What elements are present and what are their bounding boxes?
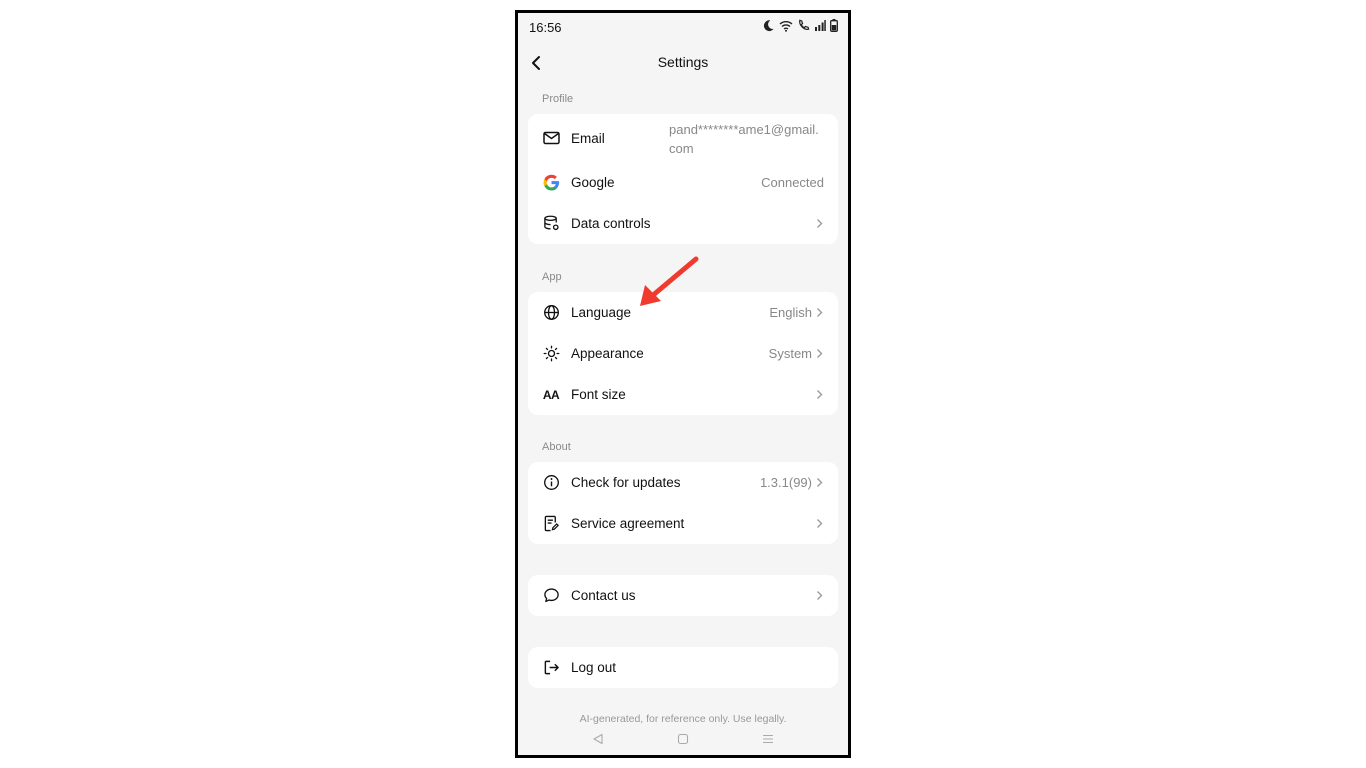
settings-row-google[interactable]: Google Connected <box>528 162 838 203</box>
contact-card: Contact us <box>528 575 838 616</box>
language-value: English <box>769 305 812 320</box>
appearance-value: System <box>768 346 812 361</box>
triangle-back-icon <box>593 733 603 745</box>
system-nav-bar <box>518 730 848 748</box>
settings-row-contact-us[interactable]: Contact us <box>528 575 838 616</box>
status-bar: 16:56 <box>518 13 848 41</box>
app-card: Language English Appearance System AA Fo… <box>528 292 838 415</box>
status-icons <box>762 19 838 32</box>
signal-icon <box>815 20 826 31</box>
chat-bubble-icon <box>542 587 560 605</box>
nav-back-button[interactable] <box>589 730 607 748</box>
app-version: 1.3.1(99) <box>759 475 812 490</box>
chevron-right-icon <box>816 307 826 319</box>
chevron-right-icon <box>816 218 826 230</box>
profile-card: Email pand********ame1@gmail.com Google … <box>528 114 838 244</box>
settings-row-appearance[interactable]: Appearance System <box>528 333 838 374</box>
globe-icon <box>542 304 560 322</box>
status-time: 16:56 <box>529 20 562 35</box>
logout-button[interactable]: Log out <box>528 647 838 688</box>
chevron-right-icon <box>816 518 826 530</box>
section-label-about: About <box>542 441 571 453</box>
square-home-icon <box>677 733 689 745</box>
google-icon <box>542 174 560 192</box>
font-size-label: Font size <box>571 387 626 402</box>
annotation-arrow-icon <box>640 256 699 306</box>
font-size-icon-text: AA <box>542 387 560 402</box>
google-label: Google <box>571 175 615 190</box>
appearance-label: Appearance <box>571 346 644 361</box>
document-edit-icon <box>542 515 560 533</box>
service-agreement-label: Service agreement <box>571 516 685 531</box>
wifi-icon <box>779 20 793 32</box>
logout-icon <box>542 659 560 677</box>
app-header: Settings <box>518 49 848 77</box>
contact-us-label: Contact us <box>571 588 636 603</box>
database-settings-icon <box>542 215 560 233</box>
battery-icon <box>830 19 838 32</box>
check-updates-label: Check for updates <box>571 475 681 490</box>
data-controls-label: Data controls <box>571 216 651 231</box>
chevron-right-icon <box>816 477 826 489</box>
email-value: pand********ame1@gmail.com <box>669 122 819 156</box>
mail-icon <box>542 129 560 147</box>
footer-disclaimer: AI-generated, for reference only. Use le… <box>579 713 787 725</box>
settings-row-data-controls[interactable]: Data controls <box>528 203 838 244</box>
about-card: Check for updates 1.3.1(99) Service agre… <box>528 462 838 544</box>
logout-label: Log out <box>571 660 617 675</box>
call-icon <box>799 19 810 30</box>
settings-row-font-size[interactable]: AA Font size <box>528 374 838 415</box>
menu-lines-icon <box>763 734 773 744</box>
sun-icon <box>542 345 560 363</box>
google-status: Connected <box>761 175 824 190</box>
chevron-right-icon <box>816 389 826 401</box>
logout-card: Log out <box>528 647 838 688</box>
chevron-right-icon <box>816 348 826 360</box>
font-size-icon: AA <box>542 386 560 404</box>
settings-row-check-updates[interactable]: Check for updates 1.3.1(99) <box>528 462 838 503</box>
nav-menu-button[interactable] <box>759 730 777 748</box>
chevron-right-icon <box>816 590 826 602</box>
section-label-app: App <box>542 271 562 283</box>
phone-frame: 16:56 Settings Profile Email pand*******… <box>515 10 851 758</box>
section-label-profile: Profile <box>542 93 574 105</box>
email-label: Email <box>571 130 605 146</box>
nav-home-button[interactable] <box>674 730 692 748</box>
settings-row-service-agreement[interactable]: Service agreement <box>528 503 838 544</box>
info-icon <box>542 474 560 492</box>
page-title: Settings <box>657 54 709 70</box>
moon-icon <box>763 20 774 32</box>
language-label: Language <box>571 305 632 320</box>
settings-row-email[interactable]: Email pand********ame1@gmail.com <box>528 114 838 162</box>
